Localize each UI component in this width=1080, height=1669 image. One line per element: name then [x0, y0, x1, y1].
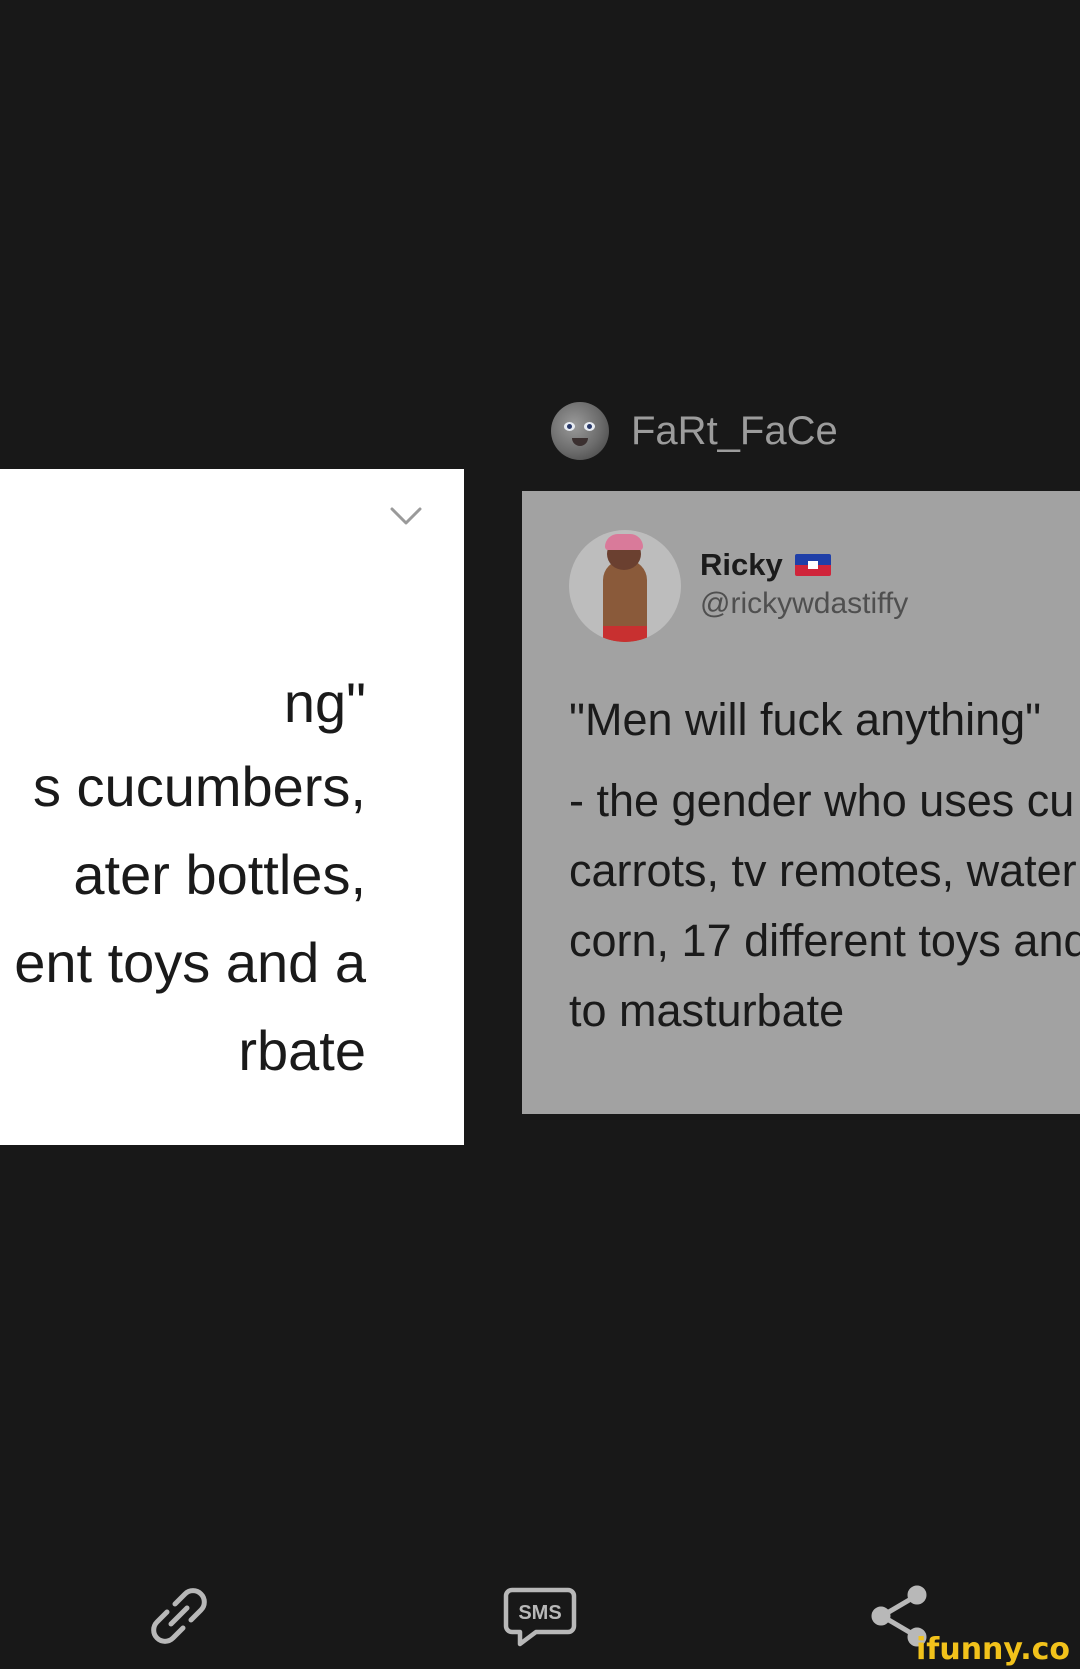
post-author[interactable]: FaRt_FaCe — [551, 401, 838, 461]
ifunny-watermark: ifunny.co — [916, 1632, 1070, 1667]
haiti-flag-icon — [794, 554, 831, 576]
tweet-body-line: - the gender who uses cu — [569, 775, 1075, 826]
sms-label: SMS — [518, 1602, 561, 1624]
author-username[interactable]: FaRt_FaCe — [631, 409, 838, 454]
avatar-cap — [605, 534, 643, 550]
tweet-quote: "Men will fuck anything" — [569, 694, 1042, 745]
tweet-body-line: to masturbate — [569, 985, 845, 1036]
post-text-line: rbate — [238, 1019, 366, 1082]
avatar-eye — [564, 422, 575, 431]
copy-link-button[interactable] — [141, 1578, 217, 1654]
avatar-mouth — [572, 438, 588, 446]
tweet-handle: @rickywdastiffy — [700, 587, 909, 620]
tweet-body: - the gender who uses cu carrots, tv rem… — [569, 766, 1080, 1046]
tweet-avatar — [569, 530, 681, 642]
screen: ng" s cucumbers, ater bottles, ent toys … — [0, 0, 1080, 1669]
avatar-eye — [584, 422, 595, 431]
sms-share-button[interactable]: SMS — [502, 1578, 578, 1654]
sms-icon: SMS — [503, 1587, 577, 1647]
post-text-line: ater bottles, — [73, 843, 366, 906]
post-text-line: ent toys and a — [14, 931, 366, 994]
post-text-line: ng" — [283, 671, 366, 734]
previous-post-card[interactable]: ng" s cucumbers, ater bottles, ent toys … — [0, 469, 464, 1145]
tweet-card[interactable]: Ricky @rickywdastiffy "Men will fuck any… — [522, 491, 1080, 1114]
tweet-display-name: Ricky — [700, 547, 831, 583]
link-icon — [151, 1588, 207, 1644]
tweet-body-line: carrots, tv remotes, water — [569, 845, 1077, 896]
tweet-body-line: corn, 17 different toys and — [569, 915, 1080, 966]
display-name-text: Ricky — [700, 547, 783, 582]
avatar-shorts — [603, 626, 647, 642]
post-text-line: s cucumbers, — [33, 755, 366, 818]
chevron-down-icon[interactable] — [386, 501, 426, 531]
avatar[interactable] — [551, 402, 609, 460]
